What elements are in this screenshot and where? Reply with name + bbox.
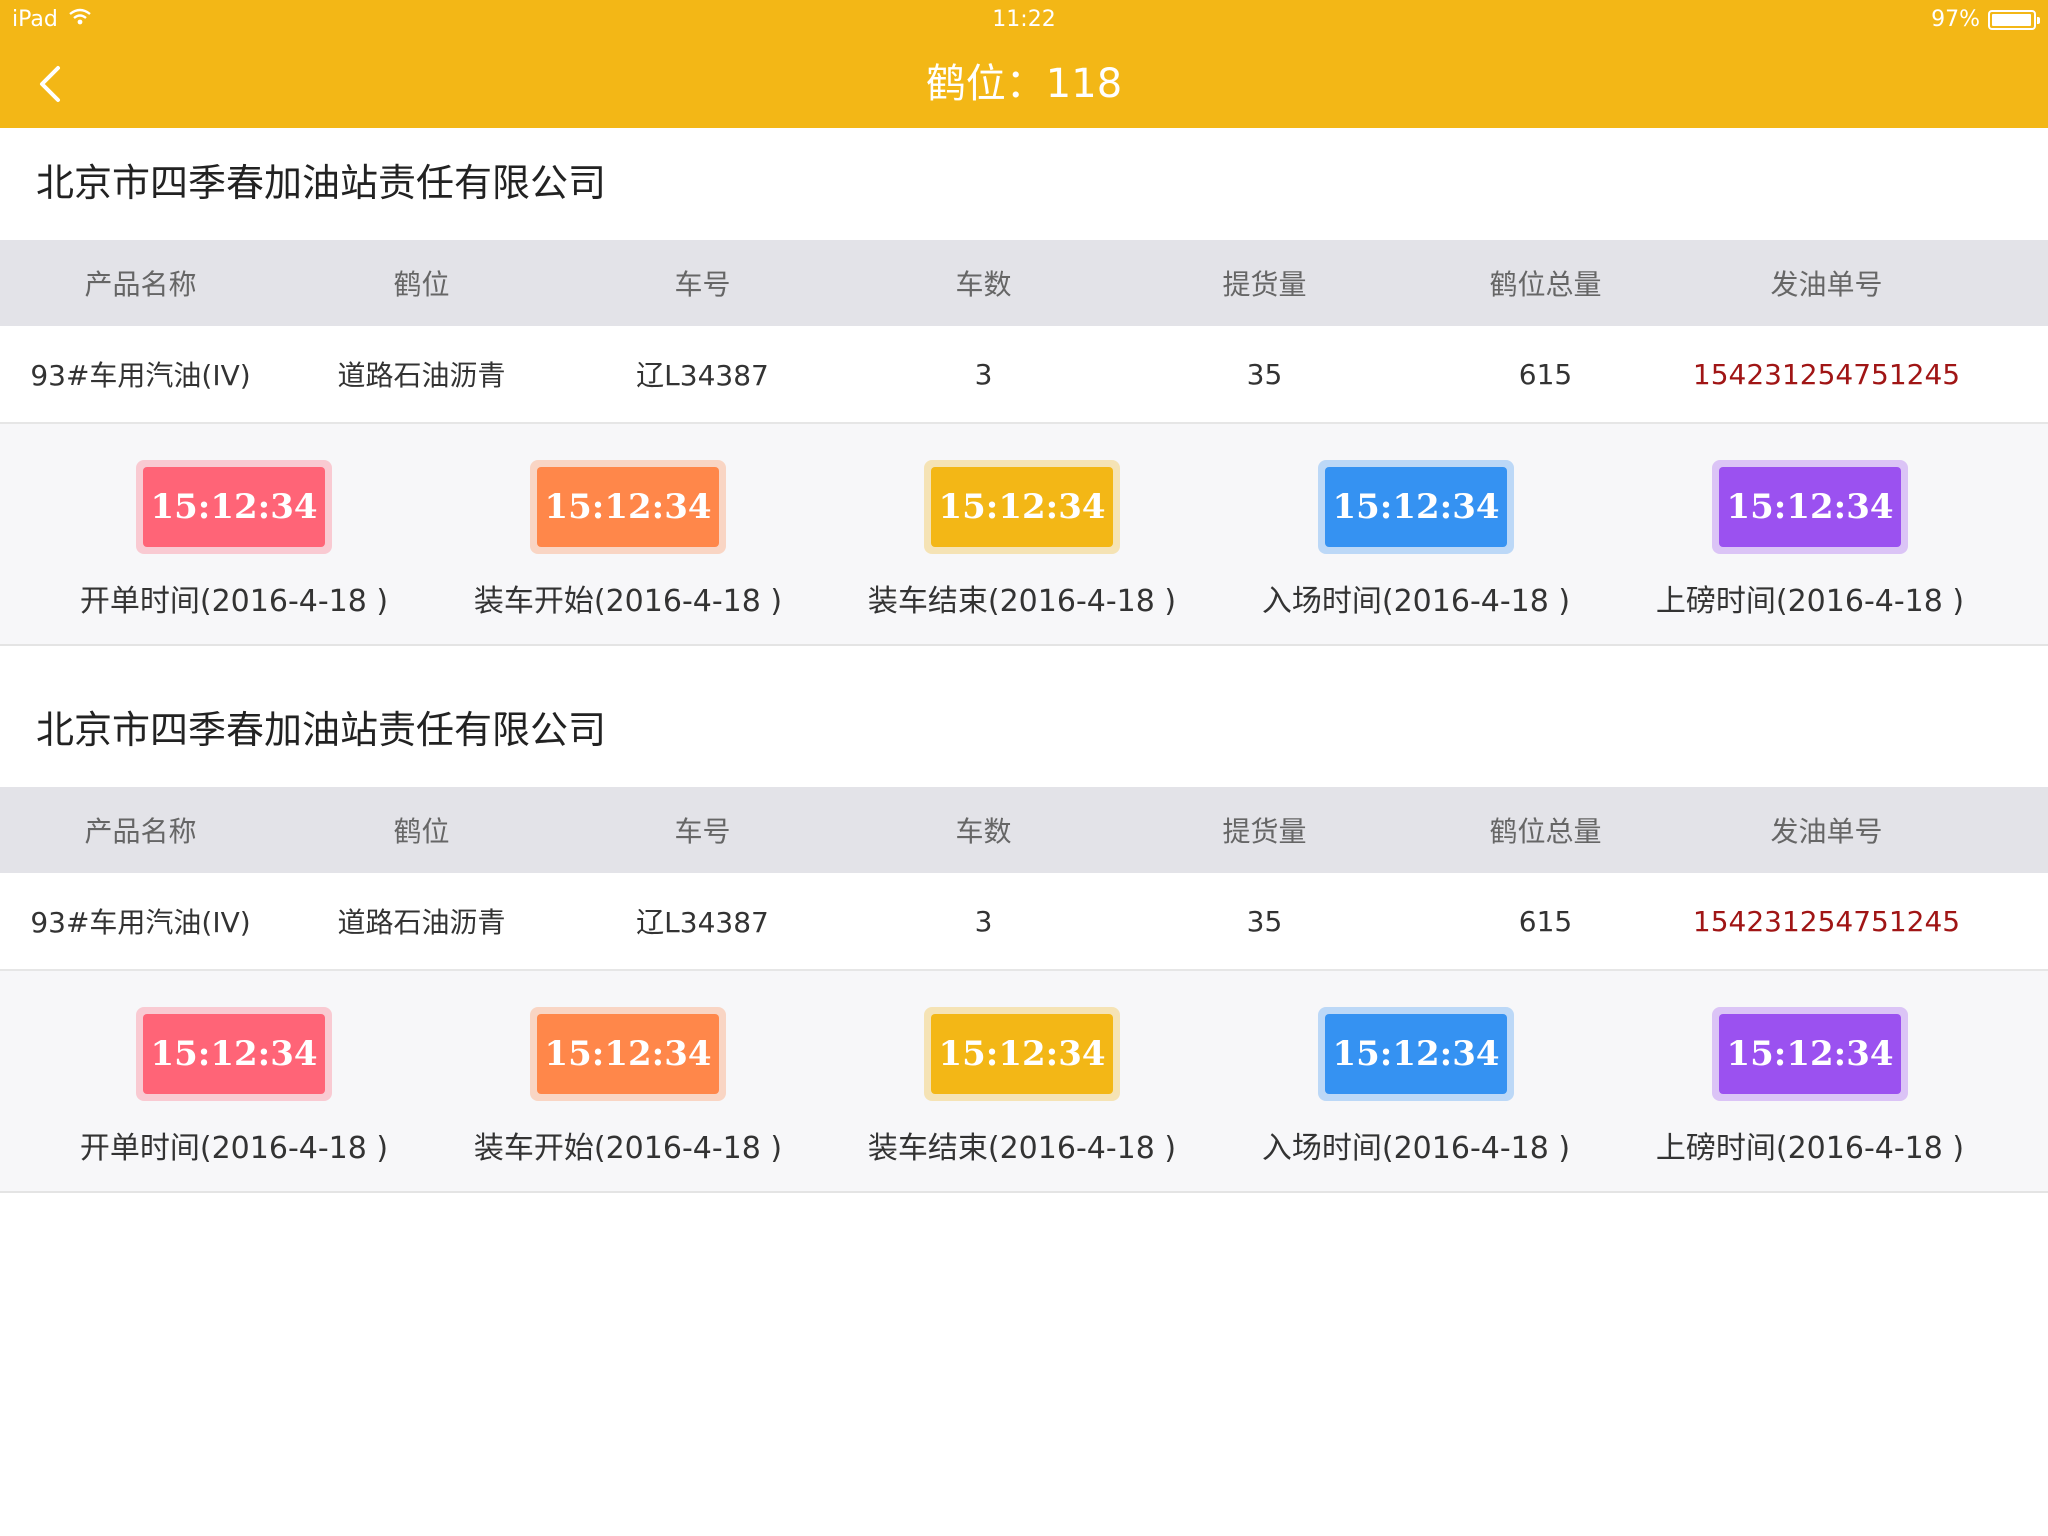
time-value: 15:12:34 [931,467,1113,547]
time-value: 15:12:34 [1325,1014,1507,1094]
time-badge: 15:12:34 [924,1007,1120,1101]
column-header: 发油单号 [1770,815,1883,848]
app-header: iPad 11:22 97% 鹤位：118 [0,0,2048,128]
time-badge: 15:12:34 [1712,460,1908,554]
crane-position-cell: 道路石油沥青 [337,906,506,939]
table-row[interactable]: 93#车用汽油(IV) 道路石油沥青 辽L34387 3 35 615 1542… [0,873,2048,971]
timeline-item-loading-end: 15:12:34 装车结束(2016-4-18 ) [862,1007,1182,1167]
time-value: 15:12:34 [537,467,719,547]
nav-bar: 鹤位：118 [0,40,2048,128]
column-header: 提货量 [1222,268,1307,301]
time-value: 15:12:34 [1719,467,1901,547]
timeline-item-loading-end: 15:12:34 装车结束(2016-4-18 ) [862,460,1182,620]
chevron-left-icon [40,66,60,102]
time-label: 装车结束(2016-4-18 ) [867,584,1177,619]
order-number-cell: 154231254751245 [1692,357,1961,391]
table-row[interactable]: 93#车用汽油(IV) 道路石油沥青 辽L34387 3 35 615 1542… [0,326,2048,424]
time-badge: 15:12:34 [136,1007,332,1101]
column-header: 鹤位总量 [1489,815,1602,848]
pickup-amount-cell: 35 [1246,357,1283,391]
status-time: 11:22 [992,7,1056,32]
timeline-item-entry: 15:12:34 入场时间(2016-4-18 ) [1256,1007,1576,1167]
vehicle-count-cell: 3 [974,904,993,938]
timeline: 15:12:34 开单时间(2016-4-18 ) 15:12:34 装车开始(… [0,971,2048,1193]
time-badge: 15:12:34 [1318,460,1514,554]
time-label: 装车结束(2016-4-18 ) [867,1131,1177,1166]
record-card: 北京市四季春加油站责任有限公司 产品名称 鹤位 车号 车数 提货量 鹤位总量 发… [0,128,2048,646]
column-header: 车号 [674,815,731,848]
time-label: 开单时间(2016-4-18 ) [79,1131,389,1166]
time-badge: 15:12:34 [530,1007,726,1101]
timeline: 15:12:34 开单时间(2016-4-18 ) 15:12:34 装车开始(… [0,424,2048,646]
time-value: 15:12:34 [537,1014,719,1094]
battery-level [1992,13,2031,26]
company-name: 北京市四季春加油站责任有限公司 [0,675,2048,787]
timeline-item-order-open: 15:12:34 开单时间(2016-4-18 ) [74,460,394,620]
time-label: 开单时间(2016-4-18 ) [79,584,389,619]
timeline-item-entry: 15:12:34 入场时间(2016-4-18 ) [1256,460,1576,620]
time-label: 装车开始(2016-4-18 ) [473,1131,783,1166]
timeline-item-weighing: 15:12:34 上磅时间(2016-4-18 ) [1650,460,1970,620]
status-right: 97% [1931,7,2040,32]
time-badge: 15:12:34 [1712,1007,1908,1101]
column-header: 产品名称 [84,815,197,848]
column-header: 发油单号 [1770,268,1883,301]
crane-total-cell: 615 [1518,904,1573,938]
column-header: 产品名称 [84,268,197,301]
timeline-item-order-open: 15:12:34 开单时间(2016-4-18 ) [74,1007,394,1167]
column-header: 车数 [955,268,1012,301]
column-header: 提货量 [1222,815,1307,848]
time-value: 15:12:34 [1325,467,1507,547]
record-card: 北京市四季春加油站责任有限公司 产品名称 鹤位 车号 车数 提货量 鹤位总量 发… [0,675,2048,1193]
column-header: 车号 [674,268,731,301]
time-value: 15:12:34 [143,467,325,547]
product-name-cell: 93#车用汽油(IV) [30,359,251,392]
column-header: 鹤位 [393,268,450,301]
crane-position-cell: 道路石油沥青 [337,359,506,392]
order-number-cell: 154231254751245 [1692,904,1961,938]
column-header: 鹤位 [393,815,450,848]
vehicle-number-cell: 辽L34387 [636,359,769,392]
time-label: 入场时间(2016-4-18 ) [1261,1131,1571,1166]
time-label: 上磅时间(2016-4-18 ) [1655,1131,1965,1166]
table-header: 产品名称 鹤位 车号 车数 提货量 鹤位总量 发油单号 [0,787,2048,873]
page-title: 鹤位：118 [925,61,1123,107]
time-badge: 15:12:34 [530,460,726,554]
time-badge: 15:12:34 [1318,1007,1514,1101]
column-header: 车数 [955,815,1012,848]
time-value: 15:12:34 [1719,1014,1901,1094]
company-name: 北京市四季春加油站责任有限公司 [0,128,2048,240]
time-badge: 15:12:34 [136,460,332,554]
time-label: 上磅时间(2016-4-18 ) [1655,584,1965,619]
status-bar: iPad 11:22 97% [0,0,2048,40]
battery-icon [1988,9,2040,30]
table-header: 产品名称 鹤位 车号 车数 提货量 鹤位总量 发油单号 [0,240,2048,326]
time-badge: 15:12:34 [924,460,1120,554]
time-value: 15:12:34 [931,1014,1113,1094]
back-button[interactable] [28,60,76,108]
vehicle-count-cell: 3 [974,357,993,391]
pickup-amount-cell: 35 [1246,904,1283,938]
battery-percent: 97% [1931,7,1980,32]
timeline-item-weighing: 15:12:34 上磅时间(2016-4-18 ) [1650,1007,1970,1167]
vehicle-number-cell: 辽L34387 [636,906,769,939]
timeline-item-loading-start: 15:12:34 装车开始(2016-4-18 ) [468,1007,788,1167]
time-label: 装车开始(2016-4-18 ) [473,584,783,619]
time-value: 15:12:34 [143,1014,325,1094]
timeline-item-loading-start: 15:12:34 装车开始(2016-4-18 ) [468,460,788,620]
product-name-cell: 93#车用汽油(IV) [30,906,251,939]
time-label: 入场时间(2016-4-18 ) [1261,584,1571,619]
crane-total-cell: 615 [1518,357,1573,391]
column-header: 鹤位总量 [1489,268,1602,301]
